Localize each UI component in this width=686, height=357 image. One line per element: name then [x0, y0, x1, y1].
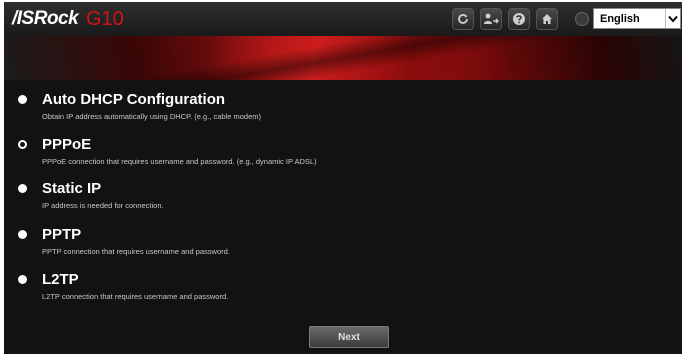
option-description: PPTP connection that requires username a…	[42, 247, 230, 256]
home-icon	[542, 14, 552, 24]
option-description: PPPoE connection that requires username …	[42, 157, 317, 166]
language-select[interactable]: English	[593, 8, 681, 29]
radio-icon[interactable]	[18, 275, 27, 284]
option-description: L2TP connection that requires username a…	[42, 292, 229, 301]
option-description: Obtain IP address automatically using DH…	[42, 112, 261, 121]
help-icon	[513, 13, 525, 25]
refresh-icon	[458, 14, 468, 24]
radio-icon[interactable]	[18, 230, 27, 239]
user-transfer-icon	[484, 13, 499, 24]
model-name: G10	[86, 8, 124, 30]
option-title: Static IP	[42, 180, 102, 197]
option-description: IP address is needed for connection.	[42, 201, 164, 210]
banner-overlay	[4, 36, 682, 80]
help-button[interactable]	[508, 8, 530, 30]
option-title: PPTP	[42, 226, 82, 243]
option-title: PPPoE	[42, 136, 92, 153]
user-transfer-button[interactable]	[480, 8, 502, 30]
refresh-button[interactable]	[452, 8, 474, 30]
brand-logo: /ISRock	[12, 8, 79, 29]
top-header: /ISRock G10 English	[4, 2, 682, 36]
router-setup-frame: /ISRock G10 English Auto DHCP Configurat…	[4, 2, 682, 354]
option-title: L2TP	[42, 271, 79, 288]
option-title: Auto DHCP Configuration	[42, 91, 226, 108]
next-button[interactable]: Next	[309, 326, 389, 348]
chevron-down-icon	[665, 9, 680, 28]
radio-icon[interactable]	[18, 95, 27, 104]
radio-icon[interactable]	[18, 184, 27, 193]
globe-icon	[575, 12, 589, 26]
radio-icon[interactable]	[18, 140, 27, 149]
home-button[interactable]	[536, 8, 558, 30]
language-selected-value: English	[600, 12, 640, 25]
